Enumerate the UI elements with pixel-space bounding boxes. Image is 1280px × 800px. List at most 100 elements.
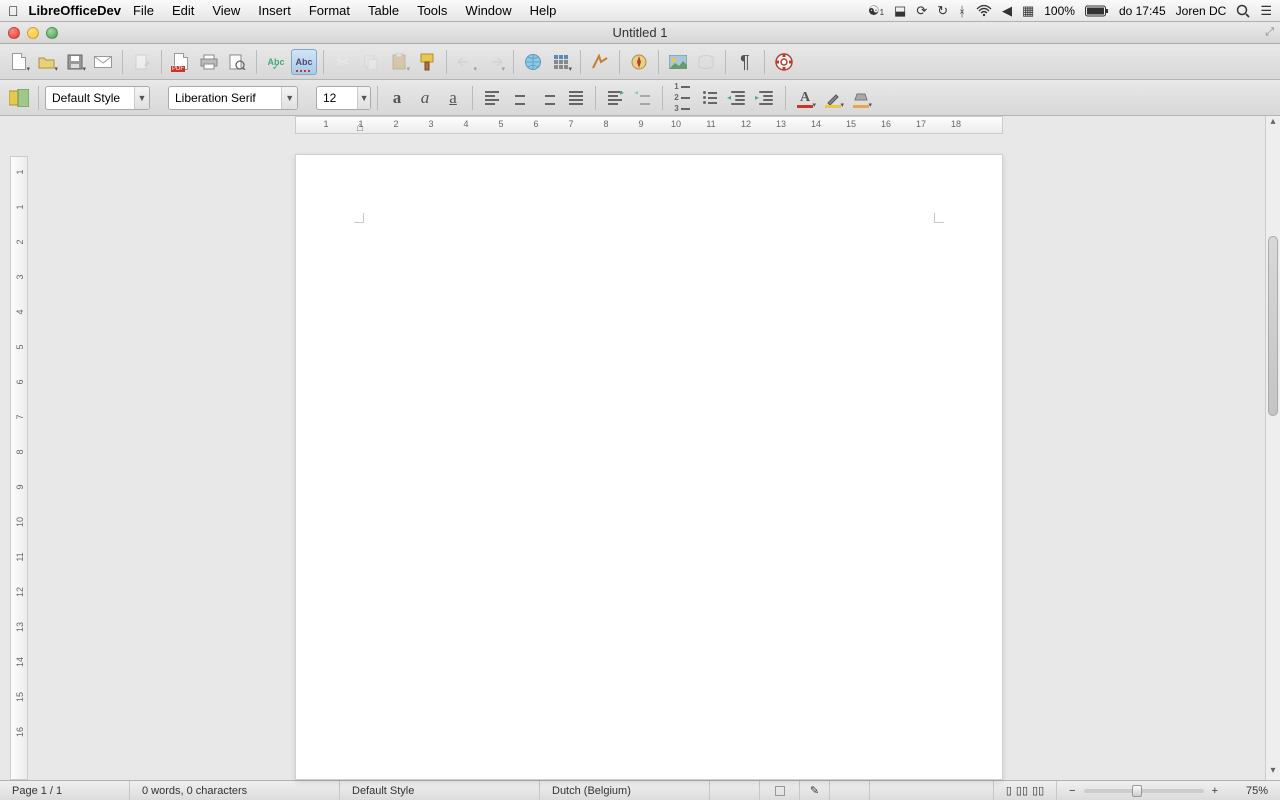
- align-left-button[interactable]: [479, 85, 505, 111]
- autospellcheck-button[interactable]: Abc: [291, 49, 317, 75]
- window-minimize-button[interactable]: [27, 27, 39, 39]
- scroll-down-icon[interactable]: ▾: [1266, 765, 1280, 780]
- clone-formatting-button[interactable]: [414, 49, 440, 75]
- show-draw-functions-button[interactable]: [587, 49, 613, 75]
- zoom-out-icon[interactable]: −: [1069, 785, 1075, 797]
- nonprinting-characters-button[interactable]: ¶: [732, 49, 758, 75]
- bluetooth-icon[interactable]: ᚼ: [958, 4, 966, 19]
- paragraph-style-dropdown-icon[interactable]: ▼: [134, 87, 149, 109]
- battery-percent[interactable]: 100%: [1044, 4, 1075, 18]
- numbered-list-button[interactable]: 123: [669, 85, 695, 111]
- document-page[interactable]: [295, 154, 1003, 780]
- increase-indent-button[interactable]: ▸: [753, 85, 779, 111]
- undo-button[interactable]: ▾: [453, 49, 479, 75]
- email-button[interactable]: [90, 49, 116, 75]
- export-pdf-button[interactable]: PDF: [168, 49, 194, 75]
- print-preview-button[interactable]: [224, 49, 250, 75]
- font-name-input[interactable]: [169, 91, 281, 105]
- highlight-color-button[interactable]: ▾: [820, 85, 846, 111]
- app-name[interactable]: LibreOfficeDev: [29, 3, 121, 18]
- dropbox-icon[interactable]: ⬓: [894, 3, 906, 19]
- help-button[interactable]: [771, 49, 797, 75]
- font-color-button[interactable]: A▾: [792, 85, 818, 111]
- font-name-combo[interactable]: ▼: [168, 86, 298, 110]
- zoom-in-icon[interactable]: +: [1212, 785, 1218, 797]
- italic-button[interactable]: a: [412, 85, 438, 111]
- bulleted-list-button[interactable]: [697, 85, 723, 111]
- cut-button[interactable]: ✂: [330, 49, 356, 75]
- window-zoom-button[interactable]: [46, 27, 58, 39]
- status-language[interactable]: Dutch (Belgium): [540, 781, 710, 800]
- decrease-indent-button[interactable]: ◂: [725, 85, 751, 111]
- underline-button[interactable]: a: [440, 85, 466, 111]
- book-view-icon[interactable]: ▯▯: [1032, 784, 1044, 797]
- gallery-button[interactable]: [665, 49, 691, 75]
- vertical-scrollbar[interactable]: ▴ ▾: [1265, 116, 1280, 780]
- font-size-input[interactable]: [317, 91, 357, 105]
- menu-table[interactable]: Table: [368, 3, 399, 18]
- status-modified-icon[interactable]: ✎: [800, 781, 830, 800]
- print-button[interactable]: [196, 49, 222, 75]
- insert-table-button[interactable]: ▾: [548, 49, 574, 75]
- window-close-button[interactable]: [8, 27, 20, 39]
- zoom-knob[interactable]: [1132, 785, 1142, 797]
- spellcheck-button[interactable]: Abc✓: [263, 49, 289, 75]
- notification-icon[interactable]: ☯1: [868, 3, 884, 19]
- align-justify-button[interactable]: [563, 85, 589, 111]
- menu-window[interactable]: Window: [465, 3, 511, 18]
- menu-help[interactable]: Help: [530, 3, 557, 18]
- wifi-icon[interactable]: [976, 5, 992, 17]
- notification-center-icon[interactable]: ☰: [1260, 3, 1272, 19]
- menu-format[interactable]: Format: [309, 3, 350, 18]
- bold-button[interactable]: a: [384, 85, 410, 111]
- menu-insert[interactable]: Insert: [258, 3, 291, 18]
- status-wordcount[interactable]: 0 words, 0 characters: [130, 781, 340, 800]
- view-layout-buttons[interactable]: ▯ ▯▯ ▯▯: [993, 781, 1057, 800]
- edit-file-button[interactable]: [129, 49, 155, 75]
- input-menu-icon[interactable]: ▦: [1022, 3, 1034, 19]
- status-selection-mode[interactable]: [760, 781, 800, 800]
- zoom-slider[interactable]: [1084, 789, 1204, 793]
- font-size-combo[interactable]: ▼: [316, 86, 371, 110]
- align-center-button[interactable]: [507, 85, 533, 111]
- volume-icon[interactable]: ◀: [1002, 3, 1012, 19]
- spotlight-icon[interactable]: [1236, 4, 1250, 18]
- save-button[interactable]: ▾: [62, 49, 88, 75]
- ltr-button[interactable]: ▸: [602, 85, 628, 111]
- new-document-button[interactable]: ▾: [6, 49, 32, 75]
- status-signature[interactable]: [830, 781, 870, 800]
- sync-icon[interactable]: ⟳: [916, 3, 927, 19]
- align-right-button[interactable]: [535, 85, 561, 111]
- menu-view[interactable]: View: [212, 3, 240, 18]
- timemachine-icon[interactable]: ↻: [937, 3, 948, 19]
- navigator-button[interactable]: [626, 49, 652, 75]
- multi-page-view-icon[interactable]: ▯▯: [1016, 784, 1028, 797]
- rtl-button[interactable]: ◂: [630, 85, 656, 111]
- status-page[interactable]: Page 1 / 1: [0, 781, 130, 800]
- apple-menu-icon[interactable]: : [8, 3, 19, 19]
- menu-tools[interactable]: Tools: [417, 3, 447, 18]
- hyperlink-button[interactable]: [520, 49, 546, 75]
- window-fullscreen-icon[interactable]: ⤢: [1265, 26, 1274, 39]
- battery-icon[interactable]: [1085, 5, 1109, 17]
- data-sources-button[interactable]: [693, 49, 719, 75]
- single-page-view-icon[interactable]: ▯: [1006, 784, 1012, 797]
- clock[interactable]: do 17:45: [1119, 4, 1166, 18]
- font-size-dropdown-icon[interactable]: ▼: [357, 87, 370, 109]
- vertical-ruler[interactable]: 112345678910111213141516: [10, 156, 28, 780]
- background-color-button[interactable]: ▾: [848, 85, 874, 111]
- scroll-up-icon[interactable]: ▴: [1266, 116, 1280, 131]
- font-name-dropdown-icon[interactable]: ▼: [281, 87, 297, 109]
- scroll-thumb[interactable]: [1268, 236, 1278, 416]
- redo-button[interactable]: ▾: [481, 49, 507, 75]
- paste-button[interactable]: ▾: [386, 49, 412, 75]
- status-style[interactable]: Default Style: [340, 781, 540, 800]
- copy-button[interactable]: [358, 49, 384, 75]
- paragraph-style-combo[interactable]: ▼: [45, 86, 150, 110]
- open-button[interactable]: ▾: [34, 49, 60, 75]
- paragraph-style-input[interactable]: [46, 91, 134, 105]
- horizontal-ruler[interactable]: ⌂ 1123456789101112131415161718: [295, 116, 1003, 134]
- menu-edit[interactable]: Edit: [172, 3, 194, 18]
- styles-window-button[interactable]: [6, 85, 32, 111]
- zoom-percent[interactable]: 75%: [1230, 781, 1280, 800]
